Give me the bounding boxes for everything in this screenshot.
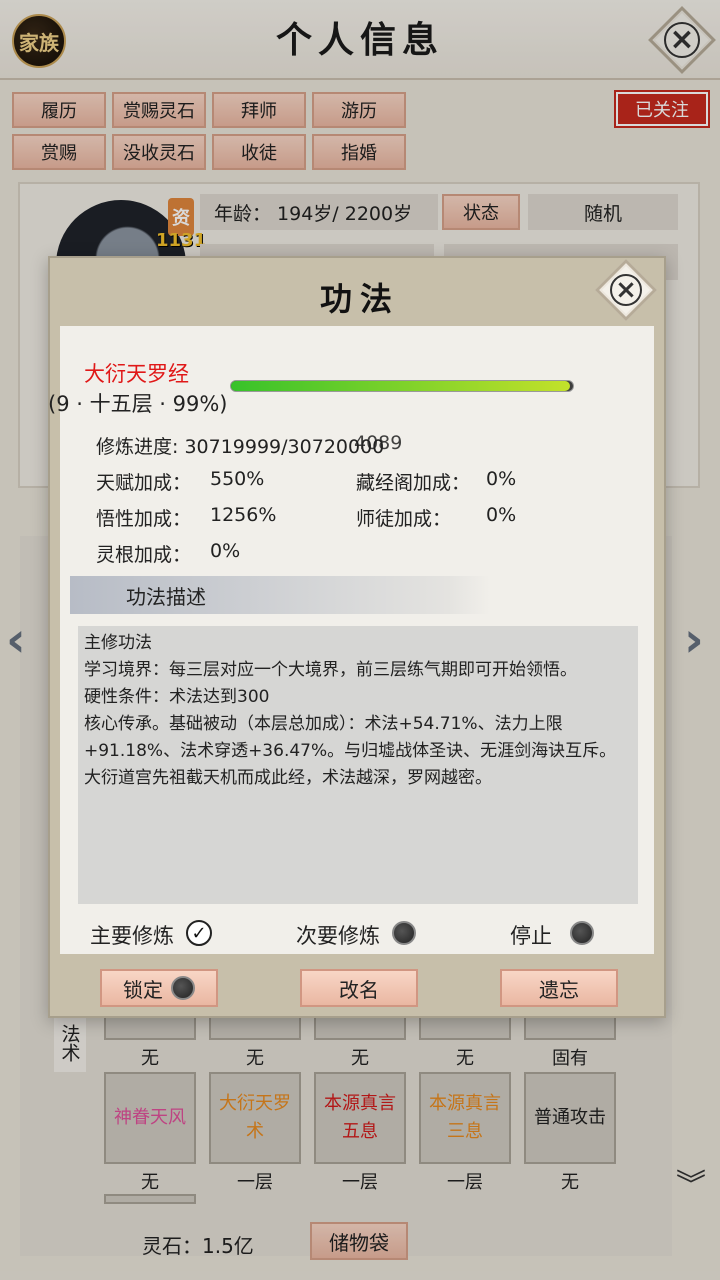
secondary-practice-radio[interactable] <box>392 921 416 945</box>
forget-button[interactable]: 遗忘 <box>500 969 618 1007</box>
stop-label: 停止 <box>510 924 552 948</box>
dialog-title: 功法 <box>319 280 400 318</box>
comprehension-value: 1256% <box>210 504 277 526</box>
stop-radio[interactable] <box>570 921 594 945</box>
library-label: 藏经阁加成： <box>356 472 471 494</box>
root-label: 灵根加成： <box>96 544 192 566</box>
main-practice-label: 主要修炼 <box>90 924 174 948</box>
description-line: 学习境界：每三层对应一个大境界，前三层练气期即可开始领悟。 <box>84 660 577 680</box>
progress-bar <box>230 380 574 392</box>
master-label: 师徒加成： <box>356 508 452 530</box>
skill-level: (9 · 十五层 · 99%) <box>48 392 228 416</box>
progress-bar-fill <box>231 381 570 391</box>
rename-button[interactable]: 改名 <box>300 969 418 1007</box>
lock-label: 锁定 <box>123 977 163 1002</box>
comprehension-label: 悟性加成： <box>96 508 192 530</box>
progress-overlay-text: 4089 <box>354 432 403 454</box>
description-line: 核心传承。基础被动（本层总加成）：术法+54.71%、法力上限+91.18%、法… <box>84 714 617 761</box>
description-box: 主修功法 学习境界：每三层对应一个大境界，前三层练气期即可开始领悟。 硬性条件：… <box>78 626 638 904</box>
progress-text: 修炼进度: 30719999/30720000 <box>96 436 385 458</box>
lock-toggle-icon <box>171 976 195 1000</box>
master-value: 0% <box>486 504 517 526</box>
lock-button[interactable]: 锁定 <box>100 969 218 1007</box>
root-value: 0% <box>210 540 241 562</box>
skill-name: 大衍天罗经 <box>84 362 189 386</box>
secondary-practice-label: 次要修炼 <box>296 924 380 948</box>
description-header: 功法描述 <box>70 576 490 614</box>
main-practice-check-icon[interactable]: ✓ <box>186 920 212 946</box>
description-line: 大衍道宫先祖截天机而成此经，术法越深，罗网越密。 <box>84 768 492 788</box>
library-value: 0% <box>486 468 517 490</box>
talent-value: 550% <box>210 468 265 490</box>
close-icon: × <box>610 274 642 306</box>
description-line: 硬性条件：术法达到300 <box>84 687 270 707</box>
talent-label: 天赋加成： <box>96 472 192 494</box>
description-line: 主修功法 <box>84 633 152 653</box>
